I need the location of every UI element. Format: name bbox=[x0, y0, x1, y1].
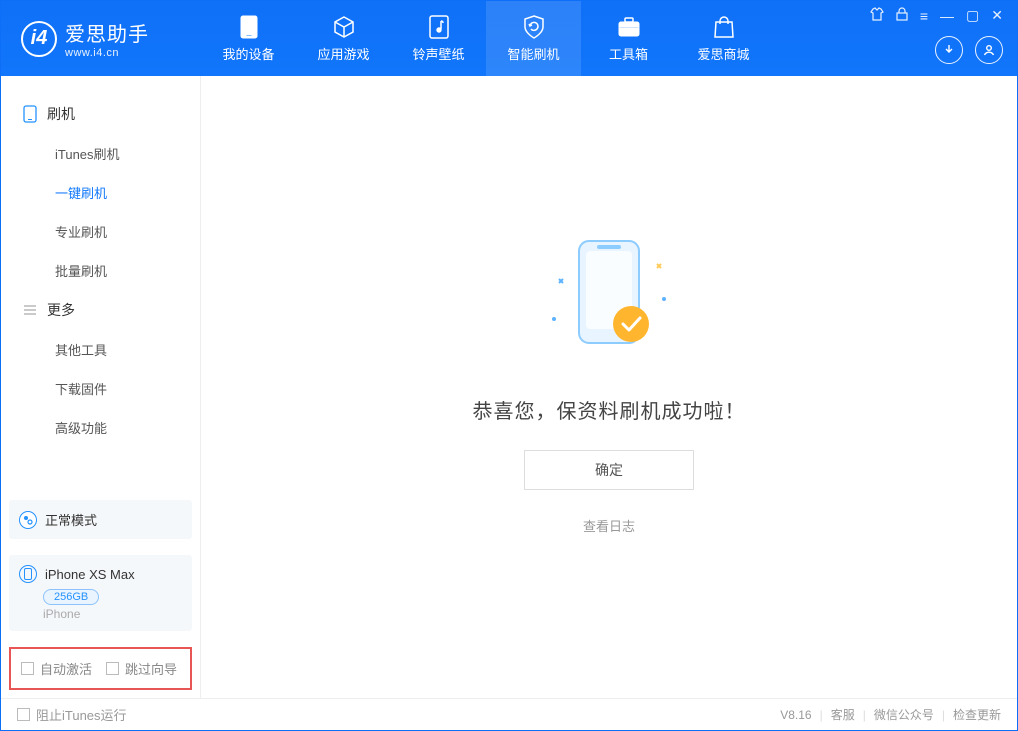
logo-icon: i4 bbox=[21, 21, 57, 57]
lock-icon[interactable] bbox=[896, 7, 908, 24]
section-label: 刷机 bbox=[47, 104, 75, 124]
main-content: 恭喜您，保资料刷机成功啦！ 确定 查看日志 bbox=[201, 76, 1017, 698]
header-right: ≡ — ▢ ✕ bbox=[870, 1, 1003, 76]
separator: | bbox=[942, 708, 945, 722]
device-box[interactable]: iPhone XS Max 256GB iPhone bbox=[9, 555, 192, 631]
nav-ringtone[interactable]: 铃声壁纸 bbox=[391, 1, 486, 76]
mode-icon bbox=[19, 511, 37, 529]
device-name: iPhone XS Max bbox=[45, 567, 135, 582]
shirt-icon[interactable] bbox=[870, 7, 884, 24]
device-type: iPhone bbox=[43, 607, 182, 621]
menu-icon[interactable]: ≡ bbox=[920, 8, 928, 24]
nav-label: 我的设备 bbox=[222, 44, 274, 63]
maximize-button[interactable]: ▢ bbox=[966, 7, 979, 24]
nav-label: 智能刷机 bbox=[507, 44, 559, 63]
view-log-link[interactable]: 查看日志 bbox=[583, 516, 635, 535]
briefcase-icon bbox=[616, 14, 642, 40]
minimize-button[interactable]: — bbox=[940, 8, 954, 24]
nav-label: 应用游戏 bbox=[317, 44, 369, 63]
nav-label: 工具箱 bbox=[609, 44, 648, 63]
nav-store[interactable]: 爱思商城 bbox=[676, 1, 771, 76]
separator: | bbox=[820, 708, 823, 722]
download-button[interactable] bbox=[935, 36, 963, 64]
check-update-link[interactable]: 检查更新 bbox=[953, 706, 1001, 723]
support-link[interactable]: 客服 bbox=[831, 706, 855, 723]
phone-outline-icon bbox=[23, 105, 37, 123]
sidebar-item-advanced[interactable]: 高级功能 bbox=[1, 408, 200, 447]
app-url: www.i4.cn bbox=[65, 47, 149, 59]
sidebar-item-batch-flash[interactable]: 批量刷机 bbox=[1, 251, 200, 290]
success-title: 恭喜您，保资料刷机成功啦！ bbox=[473, 395, 746, 424]
separator: | bbox=[863, 708, 866, 722]
section-label: 更多 bbox=[47, 300, 75, 320]
sidebar-item-pro-flash[interactable]: 专业刷机 bbox=[1, 212, 200, 251]
skip-wizard-checkbox[interactable]: 跳过向导 bbox=[106, 659, 177, 678]
nav-label: 爱思商城 bbox=[697, 44, 749, 63]
phone-icon bbox=[236, 14, 262, 40]
confirm-button[interactable]: 确定 bbox=[524, 450, 694, 490]
main-nav: 我的设备 应用游戏 铃声壁纸 智能刷机 工具箱 爱思商城 bbox=[201, 1, 771, 76]
nav-label: 铃声壁纸 bbox=[412, 44, 464, 63]
checkbox-label: 自动激活 bbox=[40, 659, 92, 678]
flash-options-highlighted: 自动激活 跳过向导 bbox=[9, 647, 192, 690]
user-button[interactable] bbox=[975, 36, 1003, 64]
close-button[interactable]: ✕ bbox=[991, 7, 1003, 24]
nav-flash[interactable]: 智能刷机 bbox=[486, 1, 581, 76]
shield-sync-icon bbox=[521, 14, 547, 40]
device-storage: 256GB bbox=[43, 589, 99, 605]
app-name: 爱思助手 bbox=[65, 18, 149, 47]
mode-box[interactable]: 正常模式 bbox=[9, 500, 192, 539]
checkbox-icon bbox=[17, 708, 30, 721]
logo-text-block: 爱思助手 www.i4.cn bbox=[65, 18, 149, 59]
version-label: V8.16 bbox=[780, 708, 811, 722]
header: i4 爱思助手 www.i4.cn 我的设备 应用游戏 铃声壁纸 智能刷机 工具… bbox=[1, 1, 1017, 76]
cube-icon bbox=[331, 14, 357, 40]
music-icon bbox=[426, 14, 452, 40]
sidebar-item-oneclick-flash[interactable]: 一键刷机 bbox=[1, 173, 200, 212]
sidebar-item-itunes-flash[interactable]: iTunes刷机 bbox=[1, 134, 200, 173]
logo[interactable]: i4 爱思助手 www.i4.cn bbox=[1, 18, 201, 59]
list-icon bbox=[23, 303, 37, 317]
nav-my-device[interactable]: 我的设备 bbox=[201, 1, 296, 76]
bag-icon bbox=[711, 14, 737, 40]
sidebar-item-download-firmware[interactable]: 下载固件 bbox=[1, 369, 200, 408]
checkbox-icon bbox=[106, 662, 119, 675]
checkbox-label: 阻止iTunes运行 bbox=[36, 705, 127, 724]
sidebar: 刷机 iTunes刷机 一键刷机 专业刷机 批量刷机 更多 其他工具 下载固件 … bbox=[1, 76, 201, 698]
nav-apps[interactable]: 应用游戏 bbox=[296, 1, 391, 76]
body: 刷机 iTunes刷机 一键刷机 专业刷机 批量刷机 更多 其他工具 下载固件 … bbox=[1, 76, 1017, 698]
status-bar: 阻止iTunes运行 V8.16 | 客服 | 微信公众号 | 检查更新 bbox=[1, 698, 1017, 730]
auto-activate-checkbox[interactable]: 自动激活 bbox=[21, 659, 92, 678]
block-itunes-checkbox[interactable]: 阻止iTunes运行 bbox=[17, 705, 127, 724]
wechat-link[interactable]: 微信公众号 bbox=[874, 706, 934, 723]
sidebar-section-more: 更多 bbox=[1, 290, 200, 330]
sidebar-item-other-tools[interactable]: 其他工具 bbox=[1, 330, 200, 369]
sidebar-section-flash: 刷机 bbox=[1, 94, 200, 134]
checkbox-label: 跳过向导 bbox=[125, 659, 177, 678]
success-illustration bbox=[544, 239, 674, 369]
window-controls: ≡ — ▢ ✕ bbox=[870, 7, 1003, 24]
mode-label: 正常模式 bbox=[45, 510, 97, 529]
nav-toolbox[interactable]: 工具箱 bbox=[581, 1, 676, 76]
device-phone-icon bbox=[19, 565, 37, 583]
checkbox-icon bbox=[21, 662, 34, 675]
